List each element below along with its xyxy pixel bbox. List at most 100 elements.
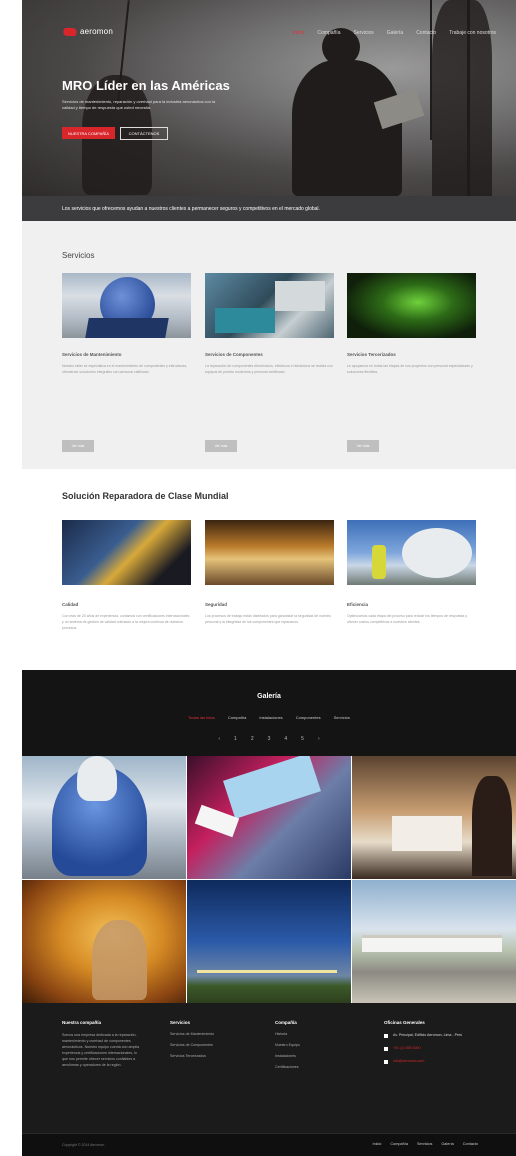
solution-title: Solución Reparadora de Clase Mundial (62, 491, 229, 501)
footer-link[interactable]: Instalaciones (275, 1054, 345, 1058)
pager-page[interactable]: 4 (284, 736, 287, 742)
bottom-link[interactable]: Servicios (417, 1142, 432, 1146)
pager-page[interactable]: 2 (251, 736, 254, 742)
gallery-photo[interactable] (22, 880, 186, 1003)
logo-mark-icon (61, 27, 79, 36)
bottom-link[interactable]: Galería (441, 1142, 453, 1146)
service-image-components[interactable] (205, 273, 334, 338)
nav-item-trabaje[interactable]: Trabaje con nosotros (449, 30, 496, 36)
phone-icon (384, 1047, 388, 1051)
service-card-title: Servicios de Mantenimiento (62, 352, 122, 357)
gallery-photo[interactable] (352, 880, 516, 1003)
solution-card: Calidad Con más de 20 años de experienci… (62, 520, 191, 631)
hero-caption: Los servicios que ofrecemos ayudan a nue… (22, 196, 516, 221)
footer-company: Compañía Historia Nuestro Equipo Instala… (275, 1020, 345, 1069)
main-nav: Inicio Compañía Servicios Galería Contac… (293, 30, 496, 36)
logo-text: aeromon (80, 27, 113, 36)
gallery-photo[interactable] (352, 756, 516, 879)
pager-page[interactable]: 5 (301, 736, 304, 742)
footer-phone-text: +51 (1) 555 0000 (393, 1046, 421, 1050)
pager-prev[interactable]: ‹ (218, 736, 220, 742)
mail-icon (384, 1060, 388, 1064)
gallery-photo[interactable] (187, 880, 351, 1003)
solution-card-text: Los procesos de trabajo están diseñados … (205, 614, 331, 624)
service-card-text: La reparación de componentes electrónico… (205, 364, 333, 374)
gallery-photo[interactable] (187, 756, 351, 879)
footer-link[interactable]: Certificaciones (275, 1065, 345, 1069)
footer-link[interactable]: Historia (275, 1032, 345, 1036)
gallery-filters: Todas las fotos Compañía Instalaciones C… (22, 715, 516, 720)
service-image-maintenance[interactable] (62, 273, 191, 338)
solution-image-quality (62, 520, 191, 585)
footer-about-text: Somos una empresa dedicada a la reparaci… (62, 1033, 140, 1067)
solution-card-text: Con más de 20 años de experiencia, conta… (62, 614, 190, 630)
footer-link[interactable]: Servicios Tercerizados (170, 1054, 250, 1058)
footer-offices: Oficinas Generales Av. Principal, Edific… (384, 1020, 474, 1064)
company-button[interactable]: NUESTRA COMPAÑÍA (62, 127, 115, 139)
footer-address-text: Av. Principal, Edificio Aeromon, Lima - … (393, 1033, 463, 1037)
page: aeromon Inicio Compañía Servicios Galerí… (22, 0, 516, 1156)
filter-services[interactable]: Servicios (334, 715, 350, 720)
footer-services: Servicios Servicios de Mantenimiento Ser… (170, 1020, 250, 1058)
solution-card-title: Eficiencia (347, 602, 369, 607)
hero-banner: aeromon Inicio Compañía Servicios Galerí… (22, 0, 516, 196)
service-card: Servicios Tercerizados Le apoyamos en to… (347, 273, 476, 452)
service-more-button[interactable]: Ver más (347, 440, 379, 452)
filter-company[interactable]: Compañía (228, 715, 246, 720)
footer-link[interactable]: Servicios de Mantenimiento (170, 1032, 250, 1036)
service-more-button[interactable]: Ver más (62, 440, 94, 452)
footer-about: Nuestra compañía Somos una empresa dedic… (62, 1020, 140, 1068)
footer-email-text: info@aeromon.com (393, 1059, 425, 1063)
hero-subtitle: Servicios de mantenimiento, reparación y… (62, 99, 216, 110)
footer-address: Av. Principal, Edificio Aeromon, Lima - … (384, 1033, 474, 1038)
filter-all[interactable]: Todas las fotos (188, 715, 215, 720)
bottom-link[interactable]: Contacto (463, 1142, 478, 1146)
logo[interactable]: aeromon (61, 27, 113, 36)
gallery-header: Galería Todas las fotos Compañía Instala… (22, 670, 516, 756)
contact-button[interactable]: CONTÁCTENOS (120, 127, 168, 140)
location-icon (384, 1034, 388, 1038)
service-card-text: Nuestro taller se especializa en el mant… (62, 364, 188, 374)
pager-page[interactable]: 1 (234, 736, 237, 742)
services-section: Servicios Servicios de Mantenimiento Nue… (22, 221, 516, 469)
gallery-pager: ‹ 1 2 3 4 5 › (22, 736, 516, 742)
filter-facilities[interactable]: Instalaciones (259, 715, 282, 720)
solution-section: Solución Reparadora de Clase Mundial Cal… (22, 469, 516, 670)
footer-link[interactable]: Nuestro Equipo (275, 1043, 345, 1047)
footer-offices-title: Oficinas Generales (384, 1020, 425, 1025)
footer-about-title: Nuestra compañía (62, 1020, 102, 1025)
solution-card-title: Calidad (62, 602, 79, 607)
nav-item-inicio[interactable]: Inicio (293, 30, 305, 36)
footer-services-title: Servicios (170, 1020, 191, 1025)
bottom-link[interactable]: Compañía (390, 1142, 408, 1146)
pager-next[interactable]: › (318, 736, 320, 742)
copyright: Copyright © 2014 Aeromon (62, 1143, 105, 1147)
gallery-photo[interactable] (22, 756, 186, 879)
service-card-title: Servicios Tercerizados (347, 352, 396, 357)
nav-item-compania[interactable]: Compañía (317, 30, 340, 36)
gallery-grid (22, 756, 516, 1003)
footer-email[interactable]: info@aeromon.com (384, 1059, 474, 1064)
service-more-button[interactable]: Ver más (205, 440, 237, 452)
service-card-title: Servicios de Componentes (205, 352, 263, 357)
footer-phone[interactable]: +51 (1) 555 0000 (384, 1046, 474, 1051)
solution-card-text: Optimizamos cada etapa del proceso para … (347, 614, 468, 624)
nav-item-servicios[interactable]: Servicios (353, 30, 373, 36)
solution-card: Seguridad Los procesos de trabajo están … (205, 520, 334, 625)
footer-company-title: Compañía (275, 1020, 297, 1025)
service-card: Servicios de Mantenimiento Nuestro talle… (62, 273, 191, 452)
pager-page[interactable]: 3 (268, 736, 271, 742)
footer-bottom-bar: Copyright © 2014 Aeromon Inicio Compañía… (22, 1133, 516, 1156)
services-title: Servicios (62, 251, 95, 260)
hero-title: MRO Líder en las Américas (62, 78, 230, 93)
nav-item-galeria[interactable]: Galería (387, 30, 403, 36)
service-image-outsourced[interactable] (347, 273, 476, 338)
solution-image-safety (205, 520, 334, 585)
footer-bottom-links: Inicio Compañía Servicios Galería Contac… (373, 1142, 478, 1146)
filter-components[interactable]: Componentes (296, 715, 321, 720)
gallery-title: Galería (257, 693, 281, 700)
nav-item-contacto[interactable]: Contacto (416, 30, 436, 36)
footer-link[interactable]: Servicios de Componentes (170, 1043, 250, 1047)
bottom-link[interactable]: Inicio (373, 1142, 382, 1146)
service-card-text: Le apoyamos en todas las etapas de sus p… (347, 364, 473, 374)
